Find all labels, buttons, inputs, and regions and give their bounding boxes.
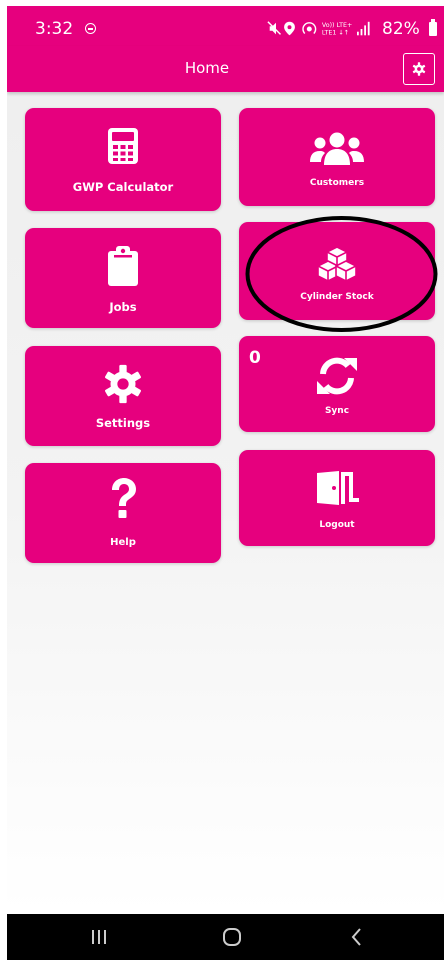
settings-button[interactable] xyxy=(403,53,435,85)
home-icon xyxy=(223,928,241,946)
home-button[interactable] xyxy=(212,922,252,952)
hotspot-icon xyxy=(302,22,317,35)
back-button[interactable] xyxy=(337,922,377,952)
tile-label: GWP Calculator xyxy=(72,180,174,194)
tile-label: Sync xyxy=(324,406,350,416)
status-icons: Vo)) LTE+ LTE1 ↓↑ xyxy=(267,21,370,36)
page-title: Home xyxy=(184,59,230,77)
tile-customers[interactable]: Customers xyxy=(239,108,435,206)
calculator-icon xyxy=(108,128,138,164)
status-bar: 3:32 Vo)) LTE+ LTE1 ↓↑ 82% xyxy=(7,6,444,46)
door-exit-icon xyxy=(317,471,359,505)
location-icon xyxy=(284,21,295,36)
battery-percent: 82% xyxy=(382,19,420,39)
network-type-top: Vo)) LTE+ xyxy=(322,22,352,29)
signal-icon xyxy=(357,21,370,36)
tile-logout[interactable]: Logout xyxy=(239,450,435,546)
back-icon xyxy=(351,928,361,946)
status-time: 3:32 xyxy=(35,19,74,39)
do-not-disturb-icon xyxy=(85,23,96,34)
tile-label: Logout xyxy=(319,520,355,530)
users-icon xyxy=(310,132,364,165)
question-icon xyxy=(112,478,136,518)
recent-apps-icon xyxy=(92,930,106,944)
mute-icon xyxy=(267,21,282,35)
sync-icon xyxy=(317,357,357,395)
tile-label: Customers xyxy=(309,178,365,188)
tile-label: Settings xyxy=(95,416,151,430)
battery-icon xyxy=(429,19,437,36)
tile-cylinder-stock[interactable]: Cylinder Stock xyxy=(239,222,435,320)
tile-gwp-calculator[interactable]: GWP Calculator xyxy=(25,108,221,211)
system-nav-bar xyxy=(7,914,444,960)
tile-label: Cylinder Stock xyxy=(300,292,374,302)
tile-help[interactable]: Help xyxy=(25,463,221,563)
cubes-icon xyxy=(318,246,356,282)
gear-icon xyxy=(105,364,141,404)
tile-label: Jobs xyxy=(109,300,137,314)
tile-jobs[interactable]: Jobs xyxy=(25,228,221,328)
gear-icon xyxy=(412,62,426,76)
tile-settings[interactable]: Settings xyxy=(25,346,221,446)
tile-label: Help xyxy=(110,537,136,548)
tile-sync[interactable]: 0 Sync xyxy=(239,336,435,432)
network-type-bottom: LTE1 ↓↑ xyxy=(322,29,349,36)
app-bar: Home xyxy=(7,46,444,92)
app-screen: 3:32 Vo)) LTE+ LTE1 ↓↑ 82% Home GWP Calc… xyxy=(7,6,444,960)
clipboard-icon xyxy=(108,246,138,286)
recent-apps-button[interactable] xyxy=(79,922,119,952)
